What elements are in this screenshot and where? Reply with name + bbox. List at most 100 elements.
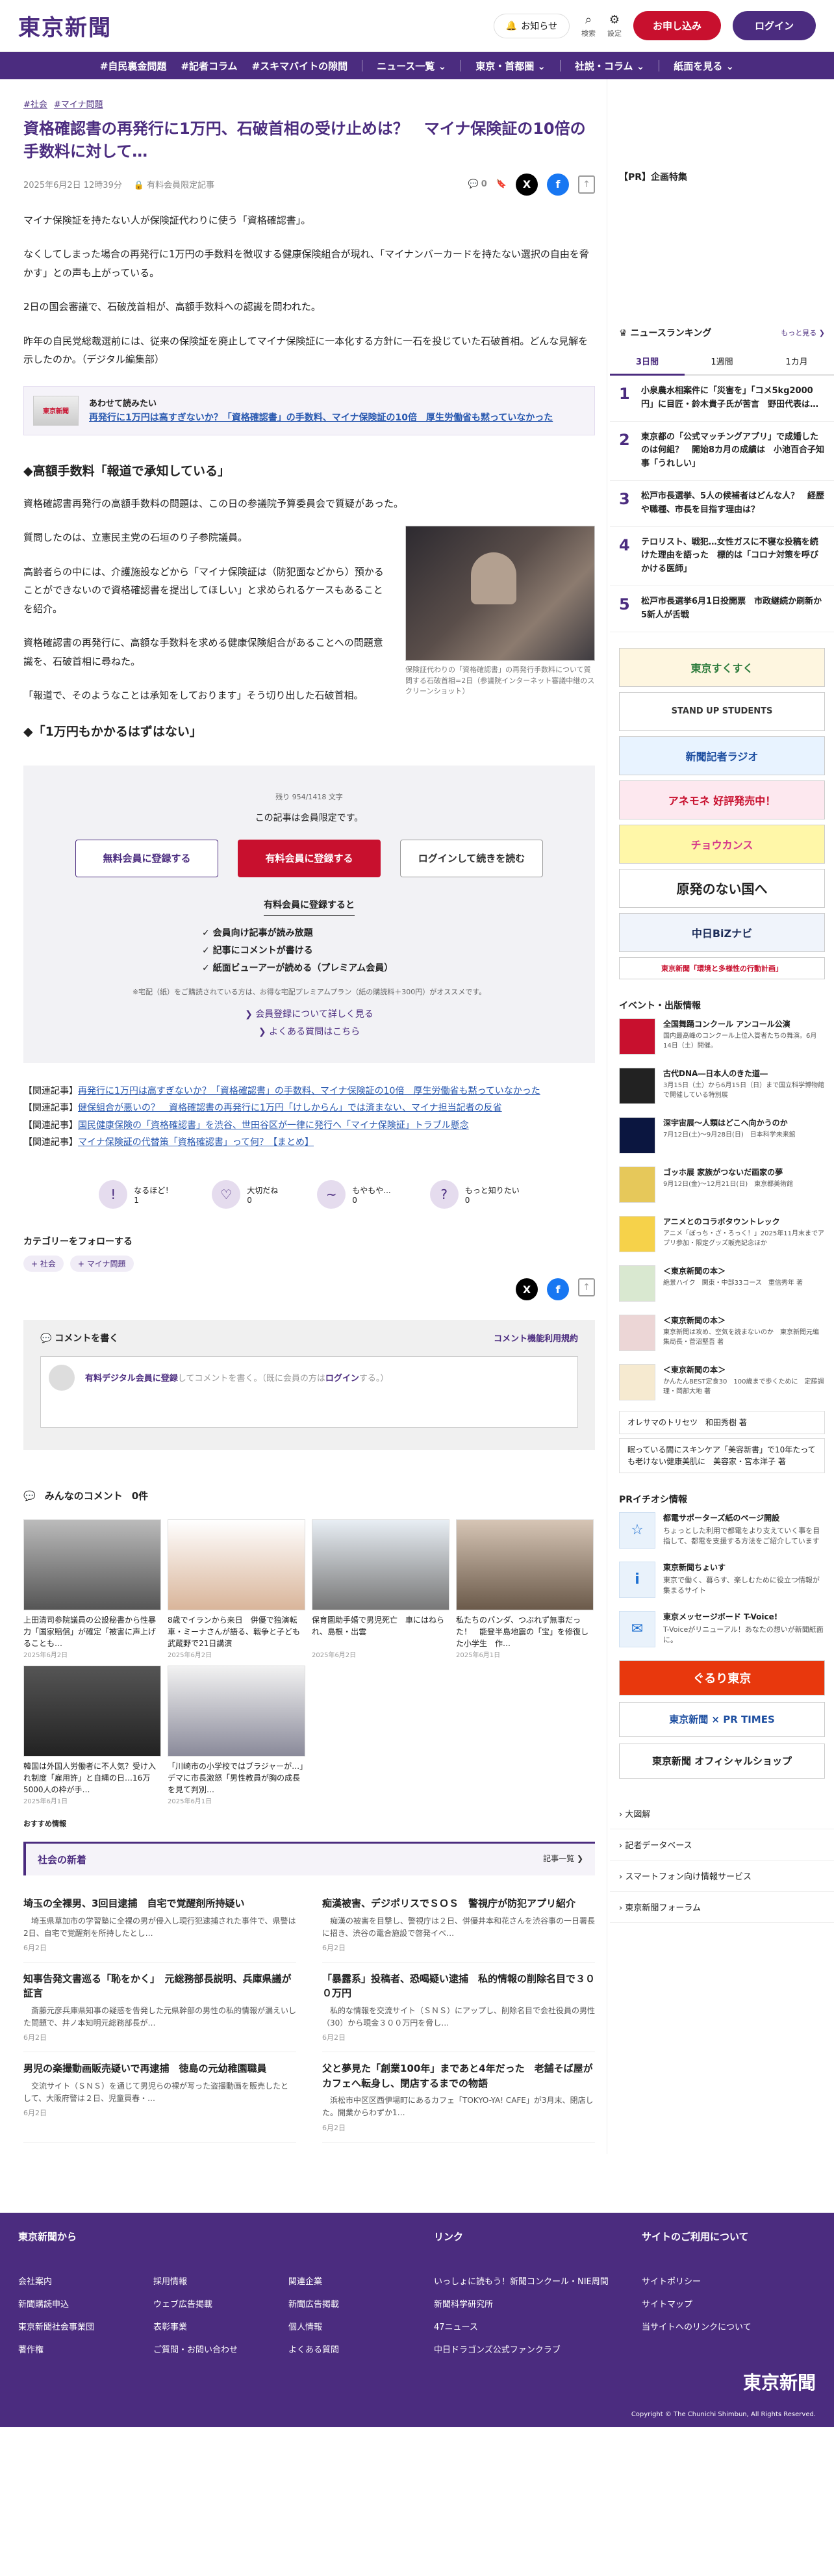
notify-button[interactable]: 🔔 お知らせ xyxy=(493,13,570,38)
nav-item[interactable]: #自民裏金問題 xyxy=(100,59,167,73)
related-article-link[interactable]: 再発行に1万円は高すぎないか？「資格確認書」の手数料、マイナ保険証の10倍 厚生… xyxy=(78,1086,540,1096)
nav-item[interactable]: 紙面を見る ⌄ xyxy=(674,59,734,73)
banner-shop[interactable]: 東京新聞 オフィシャルショップ xyxy=(619,1743,825,1779)
event-item[interactable]: 古代DNA―日本人のきた道― 3月15日（土）から6月15日（日）まで国立科学博物… xyxy=(610,1061,834,1111)
comment-login-link[interactable]: ログイン xyxy=(325,1374,359,1384)
event-item[interactable]: アニメとのコラボタウントレック アニメ「ぼっち・ざ・ろっく！」2025年11月末ま… xyxy=(610,1209,834,1259)
article-photo[interactable] xyxy=(405,526,595,662)
news-item[interactable]: 埼玉の全裸男、3回目逮捕 自宅で覚醒剤所持疑い 埼玉県草加市の学習塾に全裸の男が… xyxy=(23,1887,296,1963)
news-card[interactable]: 私たちのパンダ、つぶれず無事だった！ 能登半島地震の「宝」を修復した小学生 作…… xyxy=(456,1519,594,1659)
footer-link[interactable]: サイトポリシー xyxy=(642,2274,798,2287)
tab-1week[interactable]: 1週間 xyxy=(685,348,759,376)
settings-button[interactable]: ⚙ 設定 xyxy=(607,13,622,38)
search-button[interactable]: ⌕ 検索 xyxy=(581,13,596,38)
news-card[interactable]: 保育園助手婚で男児死亡 車にはねられ、島根・出雲 2025年6月2日 xyxy=(312,1519,449,1659)
footer-link[interactable]: 当サイトへのリンクについて xyxy=(642,2320,798,2332)
nav-item[interactable]: 東京・首都圏 ⌄ xyxy=(475,59,546,73)
follow-chip-social[interactable]: + 社会 xyxy=(23,1256,64,1272)
news-card[interactable]: 上田清司参院議員の公設秘書から性暴力「国家賠償」が確定「被害に声上げることも… 2… xyxy=(23,1519,161,1659)
footer-logo[interactable]: 東京新聞 xyxy=(743,2369,816,2395)
banner-radio[interactable]: 新聞記者ラジオ xyxy=(619,736,825,775)
tab-3days[interactable]: 3日間 xyxy=(610,348,685,376)
social-more-link[interactable]: 記事一覧 ❯ xyxy=(543,1853,583,1866)
ranking-item[interactable]: 5 松戸市長選挙6月1日投開票 市政継続か刷新か 5新人が舌戦 xyxy=(610,586,834,632)
pr-item[interactable]: i 東京新聞ちょいす 東京で働く、暮らす、楽しむために役立つ情報が集まるサイト xyxy=(610,1555,834,1604)
pr-item[interactable]: ✉ 東京メッセージボード T-Voice! T-Voiceがリニューアル！あなたの想… xyxy=(610,1604,834,1654)
footer-link[interactable]: サイトマップ xyxy=(642,2297,798,2310)
news-item[interactable]: 「暴露系」投稿者、恐喝疑い逮捕 私的情報の削除名目で３００万円 私的な情報を交流… xyxy=(322,1963,595,2053)
footer-link[interactable]: 著作権 xyxy=(18,2343,153,2355)
nav-item[interactable]: #スキマバイトの隙間 xyxy=(252,59,348,73)
comment-input[interactable]: 有料デジタル会員に登録してコメントを書く。（既に会員の方はログインする。） xyxy=(40,1356,578,1428)
facebook-share-icon[interactable]: f xyxy=(547,1278,569,1301)
book-box[interactable]: 眠っている間にスキンケア「美容新書」で10年たっても老けない健康美肌に 美容家・… xyxy=(619,1437,825,1473)
sidebar-link[interactable]: › 記者データベース xyxy=(610,1829,834,1861)
faq-link[interactable]: ❯ よくある質問はこちら xyxy=(23,1024,595,1041)
footer-link[interactable]: 新聞広告掲載 xyxy=(288,2297,423,2310)
tag-link[interactable]: #マイナ問題 xyxy=(54,97,103,110)
reaction-button[interactable]: ! なるほど！ 1 xyxy=(99,1180,173,1209)
footer-link[interactable]: 中日ドラゴンズ公式ファンクラブ xyxy=(434,2343,629,2355)
login-button[interactable]: ログイン xyxy=(732,11,816,40)
comment-rules-link[interactable]: コメント機能利用規約 xyxy=(494,1332,578,1345)
footer-link[interactable]: 表彰事業 xyxy=(153,2320,288,2332)
footer-link[interactable]: 新聞科学研究所 xyxy=(434,2297,629,2310)
follow-chip-myna[interactable]: + マイナ問題 xyxy=(70,1256,134,1272)
nav-item[interactable]: #記者コラム xyxy=(181,59,237,73)
sidebar-link[interactable]: › スマートフォン向け情報サービス xyxy=(610,1861,834,1892)
footer-link[interactable]: ウェブ広告掲載 xyxy=(153,2297,288,2310)
event-item[interactable]: 深宇宙展～人類はどこへ向かうのか 7月12日(土)～9月28日(日) 日本科学未来… xyxy=(610,1111,834,1160)
event-item[interactable]: ゴッホ展 家族がつないだ画家の夢 9月12日(金)～12月21日(日) 東京都美術… xyxy=(610,1160,834,1209)
event-item[interactable]: ＜東京新聞の本＞ 東京新聞は攻め、空気を読まないのか 東京新聞元編集局長・菅沼堅吾… xyxy=(610,1308,834,1358)
banner-chokans[interactable]: チョウカンス xyxy=(619,824,825,864)
sidebar-link[interactable]: › 東京新聞フォーラム xyxy=(610,1892,834,1923)
related-article-link[interactable]: 国民健康保険の「資格確認書」を渋谷、世田谷区が一律に発行へ「マイナ保険証」トラブ… xyxy=(78,1120,469,1131)
share-icon[interactable]: ↑ xyxy=(578,175,595,194)
event-item[interactable]: ＜東京新聞の本＞ 絶景ハイク 関東・中部33コース 重信秀年 著 xyxy=(610,1259,834,1308)
x-share-icon[interactable]: X xyxy=(516,1278,538,1301)
bookmark-icon[interactable]: 🔖 xyxy=(496,179,507,189)
paid-register-button[interactable]: 有料会員に登録する xyxy=(238,839,381,877)
free-register-button[interactable]: 無料会員に登録する xyxy=(75,839,218,877)
footer-link[interactable]: 東京新聞社会事業団 xyxy=(18,2320,153,2332)
event-item[interactable]: ＜東京新聞の本＞ かんたんBEST定食30 100歳まで歩くために 定藤調理・岡部… xyxy=(610,1358,834,1407)
ranking-more-link[interactable]: もっと見る ❯ xyxy=(781,328,825,338)
footer-link[interactable]: 47ニュース xyxy=(434,2320,629,2332)
site-logo[interactable]: 東京新聞 xyxy=(18,10,112,42)
banner-nuclear[interactable]: 原発のない国へ xyxy=(619,868,825,908)
footer-link[interactable]: 関連企業 xyxy=(288,2274,423,2287)
facebook-share-icon[interactable]: f xyxy=(547,173,569,196)
x-share-icon[interactable]: X xyxy=(516,173,538,196)
news-card[interactable]: 「川崎市の小学校ではブラジャーが…」 デマに市長激怒「男性教員が胸の成長を見て判… xyxy=(168,1666,305,1805)
login-continue-button[interactable]: ログインして続きを読む xyxy=(400,839,543,877)
nav-item[interactable]: ニュース一覧 ⌄ xyxy=(377,59,446,73)
related-article-link[interactable]: マイナ保険証の代替策「資格確認書」って何？【まとめ】 xyxy=(78,1137,314,1148)
sidebar-link[interactable]: › 大図解 xyxy=(610,1798,834,1829)
nav-item[interactable]: 社説・コラム ⌄ xyxy=(575,59,644,73)
subscribe-button[interactable]: お申し込み xyxy=(633,11,721,40)
banner-sukusuku[interactable]: 東京すくすく xyxy=(619,647,825,687)
footer-link[interactable]: 会社案内 xyxy=(18,2274,153,2287)
digital-register-link[interactable]: 有料デジタル会員に登録 xyxy=(85,1374,178,1384)
reaction-button[interactable]: ~ もやもや... 0 xyxy=(317,1180,391,1209)
related-link[interactable]: 再発行に1万円は高すぎないか？「資格確認書」の手数料、マイナ保険証の10倍 厚生… xyxy=(89,411,553,425)
ranking-item[interactable]: 3 松戸市長選挙、5人の候補者はどんな人？ 経歴や職種、市長を目指す理由は？ xyxy=(610,481,834,527)
related-box[interactable]: 東京新聞 あわせて読みたい 再発行に1万円は高すぎないか？「資格確認書」の手数料… xyxy=(23,385,595,435)
news-item[interactable]: 痴漢被害、デジポリスでＳＯＳ 警視庁が防犯アプリ紹介 痴漢の被害を目撃し、警視庁… xyxy=(322,1887,595,1963)
banner-action-plan[interactable]: 東京新聞「環境と多様性の行動計画」 xyxy=(619,957,825,979)
event-item[interactable]: 全国舞踊コンクール アンコール公演 国内最高峰のコンクール上位入賞者たちの舞演。6… xyxy=(610,1012,834,1061)
banner-standup[interactable]: STAND UP STUDENTS xyxy=(619,691,825,731)
tab-1month[interactable]: 1カ月 xyxy=(759,348,834,376)
pr-item[interactable]: ☆ 都電サポーターズ紙のページ開設 ちょっとした利用で都電をより支えていく事を目指し… xyxy=(610,1506,834,1555)
book-box[interactable]: オレサマのトリセツ 和田秀樹 著 xyxy=(619,1410,825,1434)
reaction-button[interactable]: ♡ 大切だね 0 xyxy=(212,1180,278,1209)
news-card[interactable]: 8歳でイランから来日 併優で独演転車・ミーナさんが語る、戦争と子ども 武蔵野で2… xyxy=(168,1519,305,1659)
news-item[interactable]: 男児の楽撮動画販売疑いで再逮捕 徳島の元幼稚園職員 交流サイト（ＳＮＳ）を通じて… xyxy=(23,2052,296,2143)
related-article-link[interactable]: 健保組合が悪いの？ 資格確認書の再発行に1万円「けしからん」では済まない、マイナ… xyxy=(78,1103,502,1113)
footer-link[interactable]: 個人情報 xyxy=(288,2320,423,2332)
footer-link[interactable]: ご質問・お問い合わせ xyxy=(153,2343,288,2355)
reaction-button[interactable]: ? もっと知りたい 0 xyxy=(429,1180,520,1209)
news-item[interactable]: 父と夢見た「創業100年」まであと4年だった 老舗そば屋がカフェへ転身し、閉店す… xyxy=(322,2052,595,2143)
share-icon[interactable]: ↑ xyxy=(578,1278,595,1297)
news-item[interactable]: 知事告発文書巡る「恥をかく」 元総務部長説明、兵庫県議が証言 斎藤元彦兵庫県知事… xyxy=(23,1963,296,2053)
